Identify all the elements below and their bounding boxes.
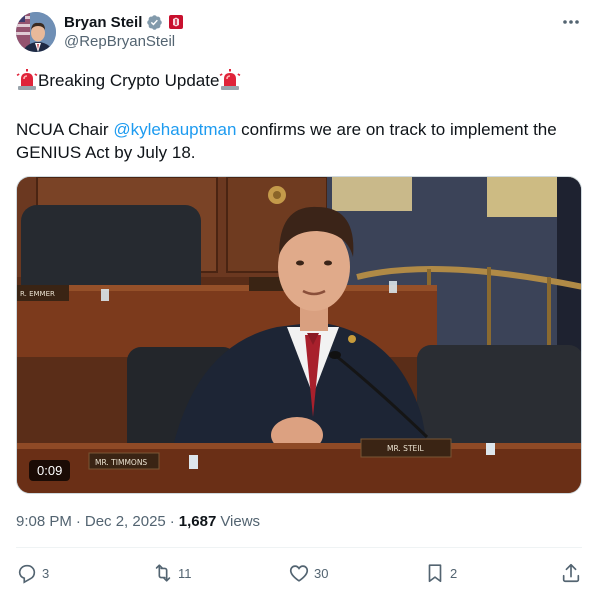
divider (16, 547, 582, 548)
action-bar: 3 11 30 2 (16, 558, 582, 588)
repost-icon (155, 564, 171, 582)
share-icon (562, 563, 580, 583)
video-frame-image: R. EMMER MR. TIMMONS MR. STEIL (17, 177, 581, 493)
post-date[interactable]: Dec 2, 2025 (85, 513, 166, 530)
government-badge-icon (169, 15, 184, 29)
like-button[interactable]: 30 (288, 562, 378, 584)
meta-separator: · (169, 513, 175, 530)
post-text: Breaking Crypto Update NCUA Chair @kyleh… (16, 68, 582, 164)
views-label: Views (220, 513, 261, 530)
heart-icon (289, 565, 309, 582)
nameplate-emmer: R. EMMER (20, 290, 55, 298)
more-options-button[interactable] (560, 12, 582, 32)
post-headline: Breaking Crypto Update (38, 70, 220, 90)
siren-emoji-icon (16, 69, 38, 91)
repost-button[interactable]: 11 (152, 562, 242, 584)
reply-button[interactable]: 3 (16, 562, 106, 584)
display-name[interactable]: Bryan Steil (64, 14, 142, 31)
post-meta: 9:08 PM · Dec 2, 2025 · 1,687 Views (16, 513, 260, 530)
post-body: NCUA Chair @kylehauptman confirms we are… (16, 118, 582, 164)
mention-link[interactable]: @kylehauptman (113, 120, 236, 139)
post-body-prefix: NCUA Chair (16, 120, 114, 139)
post-time[interactable]: 9:08 PM (16, 513, 72, 530)
author-name-row: Bryan Steil (64, 13, 184, 31)
siren-emoji-icon (219, 69, 241, 91)
nameplate-steil: MR. STEIL (387, 444, 424, 453)
more-icon (563, 20, 579, 24)
like-count: 30 (314, 565, 329, 581)
author-handle[interactable]: @RepBryanSteil (64, 33, 175, 50)
verified-badge-icon (146, 14, 163, 31)
bookmark-icon (428, 564, 442, 583)
share-button[interactable] (560, 562, 582, 584)
avatar[interactable] (16, 12, 56, 52)
video-player[interactable]: R. EMMER MR. TIMMONS MR. STEIL 0:09 (16, 176, 582, 494)
bookmark-count: 2 (450, 565, 458, 581)
bookmark-button[interactable]: 2 (424, 562, 514, 584)
video-duration-badge: 0:09 (29, 460, 71, 481)
views-count: 1,687 (178, 513, 217, 530)
nameplate-timmons: MR. TIMMONS (95, 458, 147, 467)
repost-count: 11 (178, 565, 192, 581)
post-headline-line: Breaking Crypto Update (16, 68, 582, 92)
meta-separator: · (75, 513, 81, 530)
reply-count: 3 (42, 565, 50, 581)
reply-icon (18, 564, 36, 584)
